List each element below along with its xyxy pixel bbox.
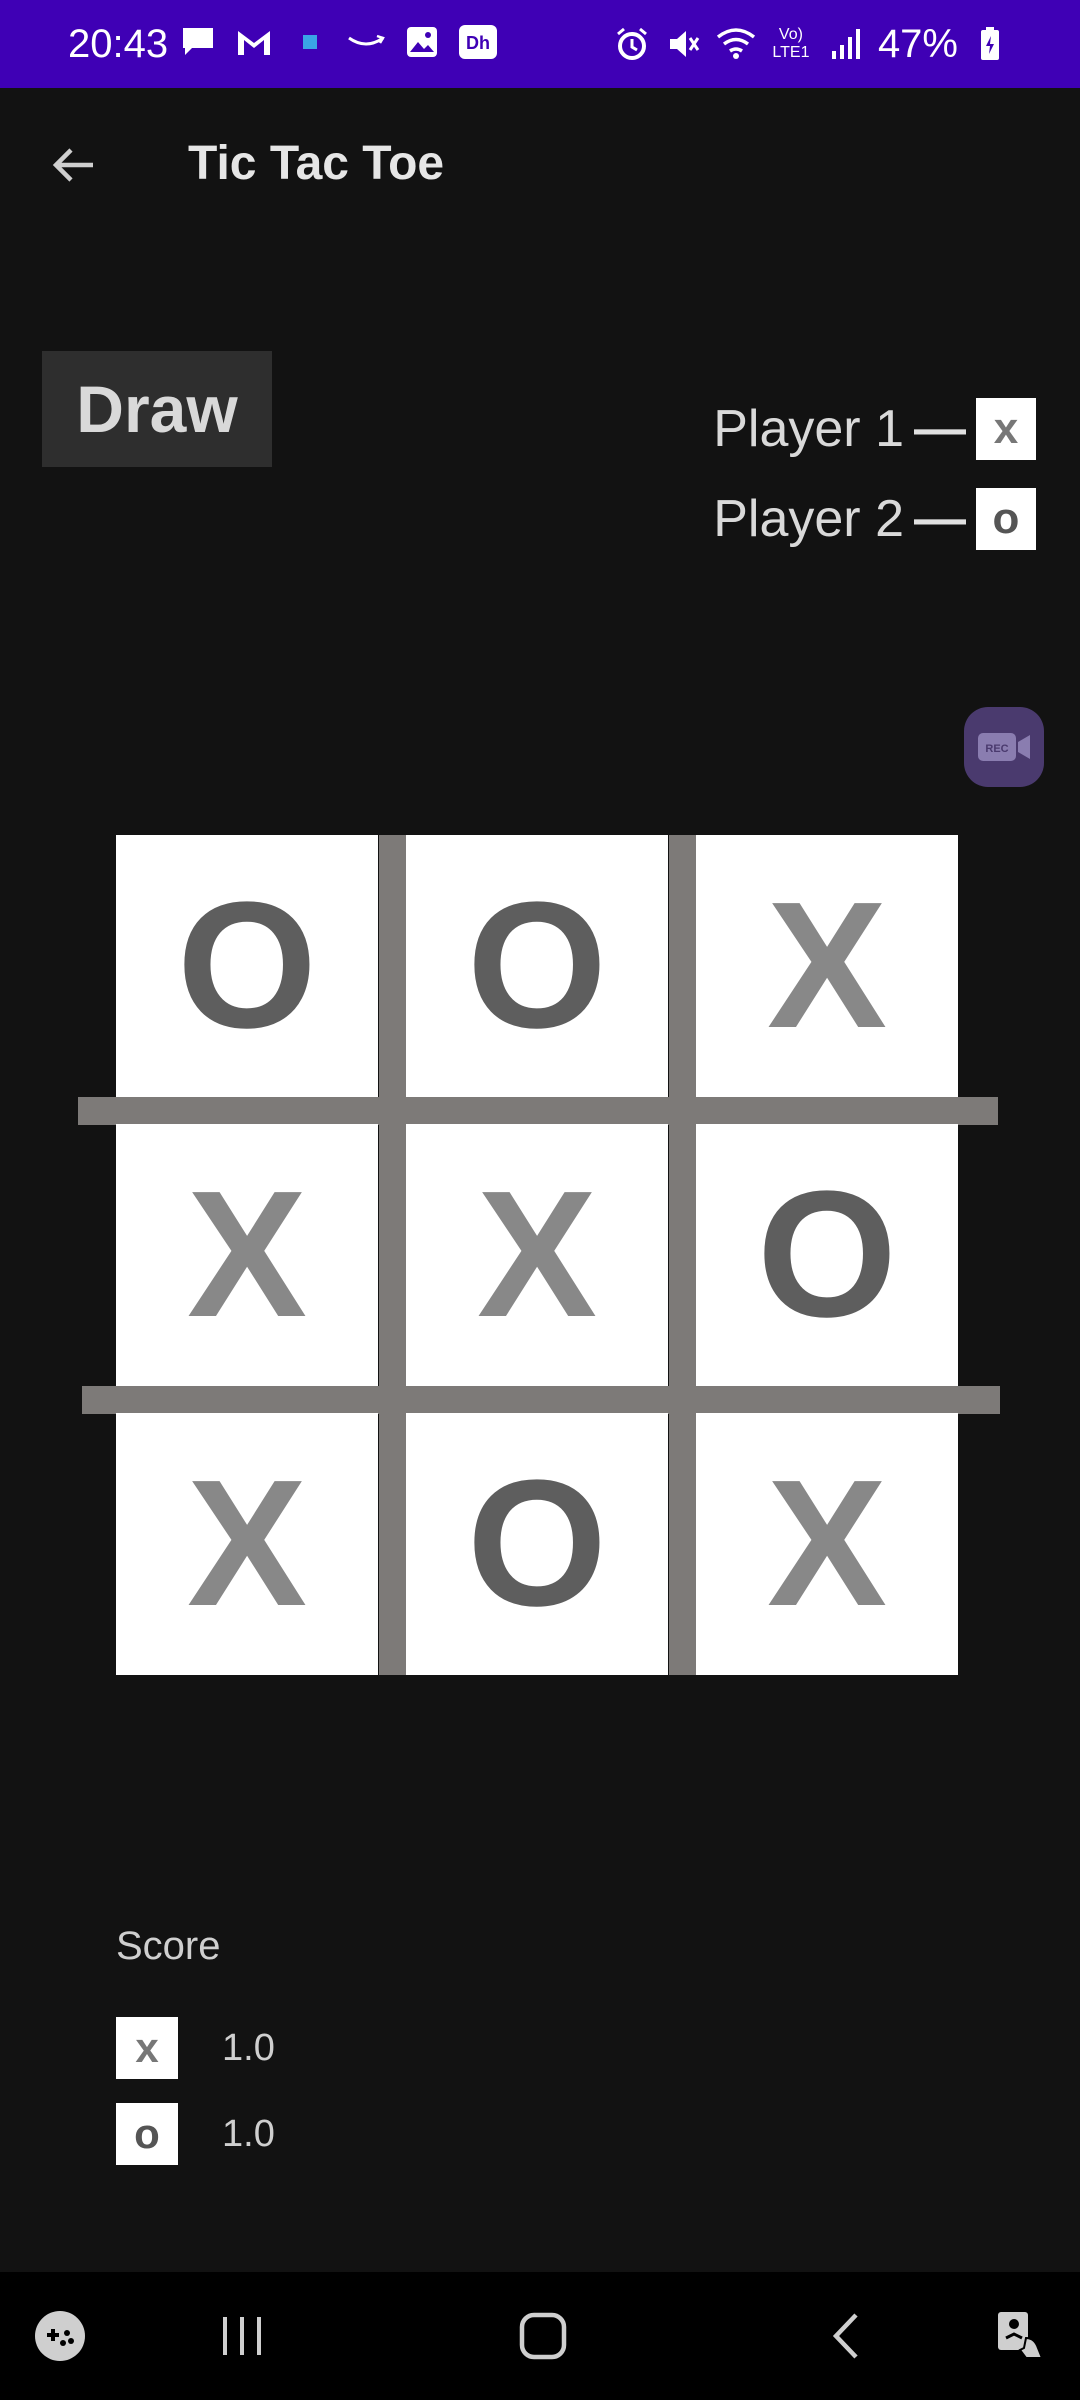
video-camera-icon: REC bbox=[978, 733, 1030, 761]
player-1-mark: x bbox=[976, 398, 1036, 460]
player-2-mark: o bbox=[976, 488, 1036, 550]
cell-mark: O bbox=[176, 865, 317, 1066]
player-2-dash: — bbox=[914, 490, 966, 548]
grid-line-vertical-2 bbox=[669, 835, 697, 1675]
hotstar-icon: Dh bbox=[458, 22, 498, 62]
score-mark-x: x bbox=[116, 2017, 178, 2079]
accessibility-icon bbox=[998, 2312, 1044, 2359]
board-cell-5[interactable]: X bbox=[406, 1124, 668, 1386]
back-button[interactable] bbox=[40, 132, 106, 198]
arrow-left-icon bbox=[52, 148, 93, 182]
board-cell-9[interactable]: X bbox=[696, 1413, 958, 1675]
board-cell-6[interactable]: O bbox=[696, 1124, 958, 1386]
app-icon bbox=[290, 22, 330, 62]
cell-mark: X bbox=[476, 1154, 598, 1355]
status-time: 20:43 bbox=[68, 22, 169, 66]
player-2-row: Player 2 — o bbox=[713, 488, 1036, 550]
page-title: Tic Tac Toe bbox=[188, 137, 445, 190]
gmail-icon bbox=[234, 22, 274, 62]
cell-mark: O bbox=[466, 1443, 607, 1644]
player-1-row: Player 1 — x bbox=[713, 398, 1036, 460]
game-launcher-icon bbox=[35, 2311, 85, 2361]
cell-mark: O bbox=[466, 865, 607, 1066]
board-cell-7[interactable]: X bbox=[116, 1413, 378, 1675]
grid-line-horizontal-1 bbox=[78, 1097, 998, 1125]
app-bar: Tic Tac Toe bbox=[0, 88, 1080, 238]
svg-text:Dh: Dh bbox=[466, 33, 490, 53]
cell-mark: X bbox=[186, 1443, 308, 1644]
cell-mark: X bbox=[766, 865, 888, 1066]
amazon-icon bbox=[346, 22, 386, 62]
board-cell-3[interactable]: X bbox=[696, 835, 958, 1097]
game-launcher-button[interactable] bbox=[20, 2296, 100, 2376]
score-title: Score bbox=[116, 1924, 221, 1968]
board-cell-4[interactable]: X bbox=[116, 1124, 378, 1386]
score-value-x: 1.0 bbox=[222, 2026, 275, 2069]
result-badge: Draw bbox=[42, 351, 272, 467]
grid-line-vertical-1 bbox=[379, 835, 407, 1675]
wifi-icon bbox=[716, 24, 756, 64]
cell-mark: O bbox=[756, 1154, 897, 1355]
back-icon bbox=[832, 2313, 858, 2359]
accessibility-button[interactable] bbox=[980, 2296, 1060, 2376]
board-cell-2[interactable]: O bbox=[406, 835, 668, 1097]
board-cell-1[interactable]: O bbox=[116, 835, 378, 1097]
back-nav-button[interactable] bbox=[806, 2296, 886, 2376]
recents-icon bbox=[223, 2317, 261, 2355]
gallery-icon bbox=[402, 22, 442, 62]
score-value-o: 1.0 bbox=[222, 2112, 275, 2155]
screen-record-button[interactable]: REC bbox=[964, 707, 1044, 787]
cell-mark: X bbox=[766, 1443, 888, 1644]
game-board: O O X X X O X O X bbox=[78, 835, 1000, 1675]
chat-icon bbox=[178, 22, 218, 62]
battery-icon bbox=[970, 24, 1010, 64]
navigation-bar bbox=[0, 2272, 1080, 2400]
score-row-o: o 1.0 bbox=[116, 2103, 275, 2165]
score-row-x: x 1.0 bbox=[116, 2017, 275, 2079]
result-text: Draw bbox=[76, 372, 238, 446]
battery-percent: 47% bbox=[877, 22, 958, 66]
home-button[interactable] bbox=[503, 2296, 583, 2376]
score-mark-o: o bbox=[116, 2103, 178, 2165]
player-1-dash: — bbox=[914, 400, 966, 458]
grid-line-horizontal-2 bbox=[82, 1386, 1000, 1414]
signal-icon bbox=[826, 24, 866, 64]
player-2-label: Player 2 bbox=[713, 490, 904, 548]
board-cell-8[interactable]: O bbox=[406, 1413, 668, 1675]
system-icons: Vo) LTE1 47% bbox=[612, 22, 1010, 66]
home-icon bbox=[519, 2312, 567, 2360]
network-label: Vo) LTE1 bbox=[772, 26, 810, 61]
rec-label: REC bbox=[985, 743, 1008, 755]
notification-icons: Dh bbox=[178, 22, 498, 62]
alarm-icon bbox=[612, 24, 652, 64]
mute-icon bbox=[664, 24, 704, 64]
status-bar: 20:43 Dh Vo) LTE1 47% bbox=[0, 0, 1080, 88]
player-1-label: Player 1 bbox=[713, 400, 904, 458]
recents-button[interactable] bbox=[202, 2296, 282, 2376]
cell-mark: X bbox=[186, 1154, 308, 1355]
